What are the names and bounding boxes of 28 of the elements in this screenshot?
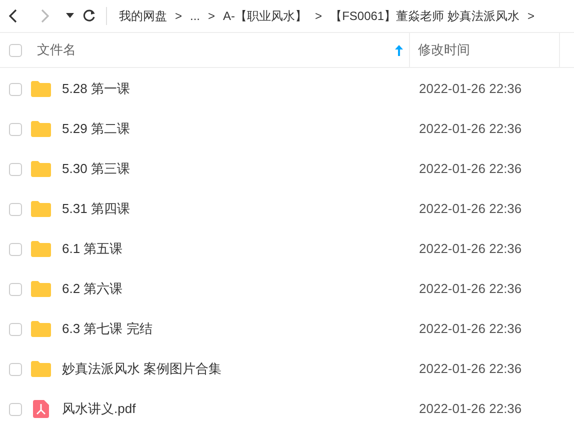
- breadcrumb-separator: >: [208, 8, 216, 25]
- file-name[interactable]: 5.29 第二课: [62, 119, 130, 139]
- file-name[interactable]: 妙真法派风水 案例图片合集: [62, 359, 222, 379]
- file-name[interactable]: 5.28 第一课: [62, 79, 130, 99]
- modified-time: 2022-01-26 22:36: [418, 320, 522, 338]
- modified-time: 2022-01-26 22:36: [418, 160, 522, 178]
- file-name[interactable]: 6.1 第五课: [62, 239, 123, 259]
- file-name[interactable]: 5.30 第三课: [62, 159, 130, 179]
- breadcrumb-link[interactable]: ...: [190, 7, 200, 25]
- file-name[interactable]: 5.31 第四课: [62, 199, 130, 219]
- breadcrumb-link[interactable]: 【FS0061】董焱老师 妙真法派风水: [330, 7, 520, 25]
- modified-time: 2022-01-26 22:36: [418, 200, 522, 218]
- breadcrumb-separator: >: [175, 8, 182, 25]
- breadcrumb-link[interactable]: 我的网盘: [119, 7, 167, 25]
- column-header[interactable]: 文件名: [37, 40, 395, 60]
- file-name[interactable]: 风水讲义.pdf: [62, 399, 136, 419]
- file-name[interactable]: 6.3 第七课 完结: [62, 319, 152, 339]
- modified-time: 2022-01-26 22:36: [418, 400, 522, 418]
- modified-time: 2022-01-26 22:36: [418, 360, 522, 378]
- modified-time: 2022-01-26 22:36: [418, 120, 522, 138]
- modified-time: 2022-01-26 22:36: [418, 240, 522, 258]
- column-header[interactable]: 修改时间: [418, 40, 559, 60]
- breadcrumb-separator: >: [527, 8, 534, 25]
- breadcrumb-separator: >: [315, 8, 322, 25]
- file-name[interactable]: 6.2 第六课: [62, 279, 123, 299]
- modified-time: 2022-01-26 22:36: [418, 80, 522, 98]
- modified-time: 2022-01-26 22:36: [418, 280, 522, 298]
- breadcrumb-link[interactable]: A-【职业风水】: [223, 7, 308, 25]
